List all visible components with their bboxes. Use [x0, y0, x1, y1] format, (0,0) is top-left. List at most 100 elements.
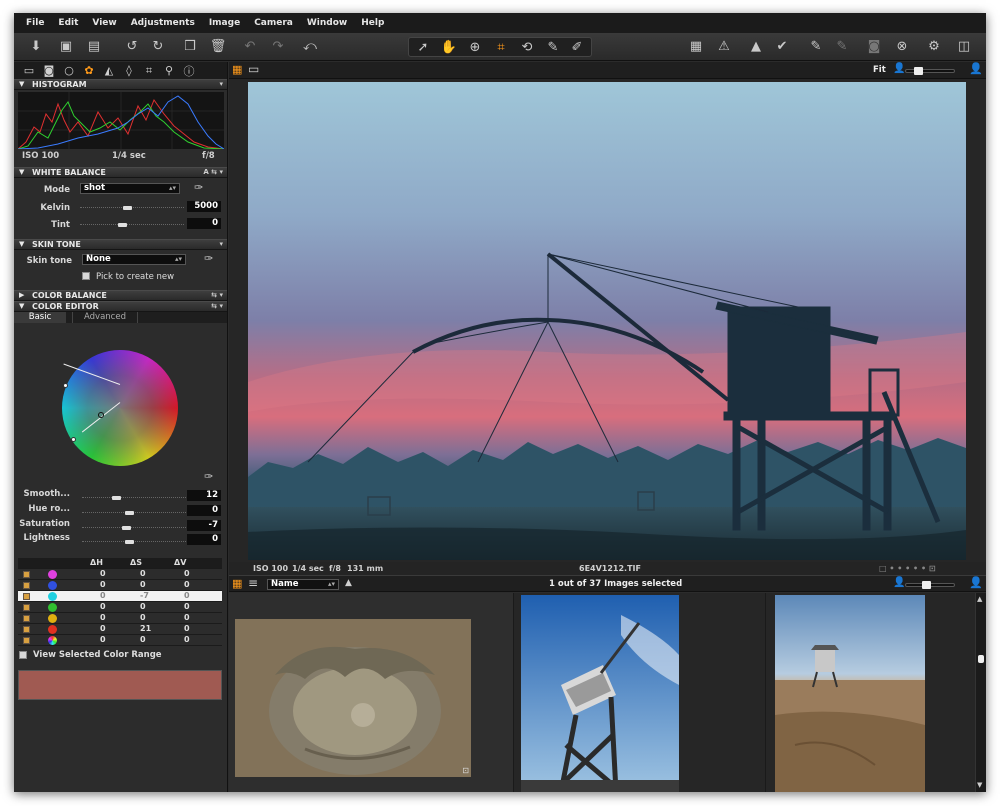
sort-direction-icon[interactable]: ▲ [345, 578, 352, 588]
edit-icon[interactable]: ✎ [806, 37, 826, 57]
wheel-handle[interactable] [71, 437, 76, 442]
camera-tab-icon[interactable]: ◙ [39, 64, 59, 77]
row-checkbox[interactable] [23, 593, 30, 600]
menu-image[interactable]: Image [209, 18, 240, 28]
grid-icon[interactable]: ▦ [686, 37, 706, 57]
color-wheel[interactable] [62, 350, 178, 466]
folder-icon[interactable]: ▭ [19, 64, 39, 77]
pan-icon[interactable]: ✋ [439, 38, 459, 58]
warning-icon[interactable]: ⚠ [714, 37, 734, 57]
delta-dv[interactable]: 0 [184, 580, 190, 590]
delta-ds[interactable]: 0 [140, 580, 146, 590]
kelvin-value[interactable]: 5000 [187, 201, 221, 212]
color-balance-header[interactable]: ▶ COLOR BALANCE ⇆ ▾ [14, 290, 227, 301]
new-folder-icon[interactable]: ❒ [180, 37, 200, 57]
delta-dv[interactable]: 0 [184, 602, 190, 612]
row-checkbox[interactable] [23, 571, 30, 578]
delta-dh[interactable]: 0 [100, 591, 106, 601]
delta-dh[interactable]: 0 [100, 613, 106, 623]
rating-dots[interactable]: □ • • • • • ⊡ [879, 562, 936, 575]
delta-dh[interactable]: 0 [100, 635, 106, 645]
menu-edit[interactable]: Edit [58, 18, 78, 28]
undo-icon[interactable]: ↶ [240, 37, 260, 57]
tint-value[interactable]: 0 [187, 218, 221, 229]
apply-adj-icon[interactable]: ✔ [772, 37, 792, 57]
color-tab-icon[interactable]: ✿ [79, 64, 99, 77]
lightness-slider[interactable] [82, 534, 186, 544]
close-circle-icon[interactable]: ⊗ [892, 37, 912, 57]
scroll-down-icon[interactable]: ▼ [977, 781, 982, 789]
delta-ds[interactable]: 0 [140, 635, 146, 645]
table-row[interactable]: 0 -7 0 [18, 591, 222, 602]
delta-dv[interactable]: 0 [184, 635, 190, 645]
scroll-up-icon[interactable]: ▲ [977, 595, 982, 603]
menu-adjustments[interactable]: Adjustments [131, 18, 195, 28]
adjust-icon[interactable]: ✐ [567, 38, 587, 58]
multi-view-icon[interactable]: ▦ [232, 63, 242, 76]
lens-tab-icon[interactable]: ◊ [119, 64, 139, 77]
thumbnail-jellyfish[interactable]: ⊡ [235, 619, 471, 777]
tint-slider[interactable] [80, 217, 184, 227]
row-checkbox[interactable] [23, 615, 30, 622]
delta-dh[interactable]: 0 [100, 580, 106, 590]
menu-view[interactable]: View [92, 18, 116, 28]
wb-menu-icons[interactable]: A ⇆ ▾ [203, 168, 223, 177]
zoom-slider[interactable] [905, 67, 955, 75]
delta-ds[interactable]: -7 [140, 591, 149, 601]
view-range-checkbox[interactable] [19, 651, 27, 659]
single-view-icon[interactable]: ▭ [248, 62, 259, 76]
hue-slider-knob[interactable] [125, 511, 134, 515]
saturation-slider[interactable] [82, 520, 186, 530]
import-icon[interactable]: ⬇ [26, 37, 46, 57]
rotate-right-icon[interactable]: ↻ [148, 37, 168, 57]
wheel-center-handle[interactable] [98, 412, 104, 418]
tint-slider-knob[interactable] [118, 223, 127, 227]
table-row[interactable]: 0 21 0 [18, 624, 222, 635]
table-row[interactable]: 0 0 0 [18, 602, 222, 613]
delta-dv[interactable]: 0 [184, 569, 190, 579]
focus-tab-icon[interactable]: ⚲ [159, 64, 179, 77]
thumbnail-cell[interactable]: ⊡ [229, 593, 514, 792]
redo-icon[interactable]: ↷ [268, 37, 288, 57]
delta-dv[interactable]: 0 [184, 624, 190, 634]
zoom-slider-knob[interactable] [914, 67, 923, 75]
browser-scrollbar[interactable]: ▲ ▼ [975, 593, 986, 792]
camera-icon[interactable]: ◙ [864, 37, 884, 57]
thumbnail-tower[interactable] [521, 595, 679, 792]
pick-checkbox[interactable] [82, 272, 90, 280]
section-menu-icon[interactable]: ▾ [219, 80, 223, 89]
delta-ds[interactable]: 0 [140, 613, 146, 623]
process-icon[interactable]: ✎ [832, 37, 852, 57]
copy-adj-icon[interactable]: ▲ [746, 37, 766, 57]
delta-dh[interactable]: 0 [100, 624, 106, 634]
saturation-value[interactable]: -7 [187, 520, 221, 531]
workspace-icon[interactable]: ◫ [954, 37, 974, 57]
delta-dh[interactable]: 0 [100, 602, 106, 612]
menu-camera[interactable]: Camera [254, 18, 293, 28]
smooth-slider[interactable] [82, 490, 186, 500]
white-balance-header[interactable]: ▼ WHITE BALANCE A ⇆ ▾ [14, 167, 227, 178]
row-checkbox[interactable] [23, 582, 30, 589]
rotate-left-icon[interactable]: ↺ [122, 37, 142, 57]
wb-picker-icon[interactable]: ✑ [194, 181, 203, 194]
saturation-slider-knob[interactable] [122, 526, 131, 530]
trash-icon[interactable]: 🗑 [208, 37, 228, 57]
scrollbar-thumb[interactable] [978, 655, 984, 663]
tab-advanced[interactable]: Advanced [72, 312, 138, 323]
zoom-level[interactable]: Fit [873, 65, 886, 75]
hue-slider[interactable] [82, 505, 186, 515]
delta-dh[interactable]: 0 [100, 569, 106, 579]
delta-ds[interactable]: 0 [140, 569, 146, 579]
thumbnail-beach-hut[interactable] [775, 595, 925, 792]
sort-dropdown[interactable]: Name ▴▾ [267, 579, 339, 590]
menu-help[interactable]: Help [361, 18, 384, 28]
export-icon[interactable]: ▤ [84, 37, 104, 57]
kelvin-slider-knob[interactable] [123, 206, 132, 210]
section-menu-icon[interactable]: ⇆ ▾ [211, 302, 223, 311]
list-view-icon[interactable]: ≡ [248, 576, 258, 590]
picker-icon[interactable]: ✎ [543, 38, 563, 58]
skin-tone-dropdown[interactable]: None ▴▾ [82, 254, 186, 265]
info-tab-icon[interactable]: ⓘ [179, 63, 199, 79]
main-photo[interactable] [248, 82, 966, 560]
table-row[interactable]: 0 0 0 [18, 635, 222, 646]
